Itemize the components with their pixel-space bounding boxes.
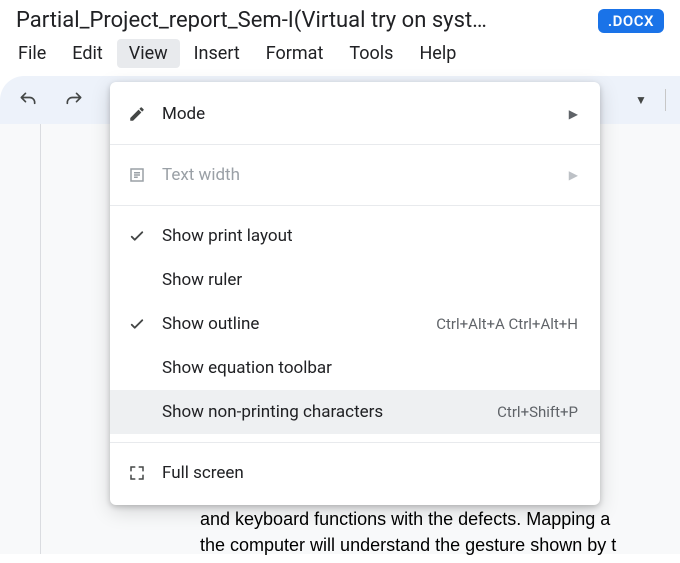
menu-format[interactable]: Format (254, 39, 336, 68)
view-non-printing-label: Show non-printing characters (162, 402, 497, 422)
view-non-printing-shortcut: Ctrl+Shift+P (497, 403, 578, 421)
toolbar-more-dropdown[interactable]: ▼ (627, 86, 655, 114)
view-mode-item[interactable]: Mode ▶ (110, 92, 600, 136)
view-outline-item[interactable]: Show outline Ctrl+Alt+A Ctrl+Alt+H (110, 302, 600, 346)
redo-button[interactable] (60, 86, 88, 114)
submenu-arrow-icon: ▶ (569, 107, 578, 121)
view-mode-label: Mode (162, 104, 561, 124)
menu-separator (110, 205, 600, 206)
check-icon (128, 227, 146, 245)
docx-badge: .DOCX (598, 9, 664, 33)
menu-separator (110, 442, 600, 443)
view-menu-dropdown: Mode ▶ Text width ▶ Show print layout Sh… (110, 82, 600, 505)
view-print-layout-label: Show print layout (162, 226, 578, 246)
undo-button[interactable] (14, 86, 42, 114)
menu-view[interactable]: View (117, 39, 180, 68)
redo-icon (64, 90, 84, 110)
menu-insert[interactable]: Insert (182, 39, 252, 68)
menu-file[interactable]: File (6, 39, 58, 68)
view-non-printing-item[interactable]: Show non-printing characters Ctrl+Shift+… (110, 390, 600, 434)
caret-down-icon: ▼ (635, 93, 647, 107)
menu-tools[interactable]: Tools (337, 39, 405, 68)
fullscreen-icon (128, 464, 146, 482)
view-equation-toolbar-label: Show equation toolbar (162, 358, 578, 378)
menu-separator (110, 144, 600, 145)
menubar: File Edit View Insert Format Tools Help (0, 37, 680, 76)
view-outline-shortcut: Ctrl+Alt+A Ctrl+Alt+H (436, 315, 578, 333)
view-outline-label: Show outline (162, 314, 436, 334)
document-title[interactable]: Partial_Project_report_Sem-I(Virtual try… (16, 8, 487, 33)
undo-icon (18, 90, 38, 110)
view-full-screen-label: Full screen (162, 463, 578, 483)
view-text-width-label: Text width (162, 165, 561, 185)
pencil-icon (128, 105, 146, 123)
view-ruler-label: Show ruler (162, 270, 578, 290)
menu-edit[interactable]: Edit (60, 39, 114, 68)
text-width-icon (128, 166, 146, 184)
submenu-arrow-icon: ▶ (569, 168, 578, 182)
view-print-layout-item[interactable]: Show print layout (110, 214, 600, 258)
view-equation-toolbar-item[interactable]: Show equation toolbar (110, 346, 600, 390)
view-full-screen-item[interactable]: Full screen (110, 451, 600, 495)
check-icon (128, 315, 146, 333)
page-left-edge (40, 124, 41, 554)
view-ruler-item[interactable]: Show ruler (110, 258, 600, 302)
view-text-width-item: Text width ▶ (110, 153, 600, 197)
menu-help[interactable]: Help (407, 39, 468, 68)
toolbar-divider (665, 89, 666, 111)
